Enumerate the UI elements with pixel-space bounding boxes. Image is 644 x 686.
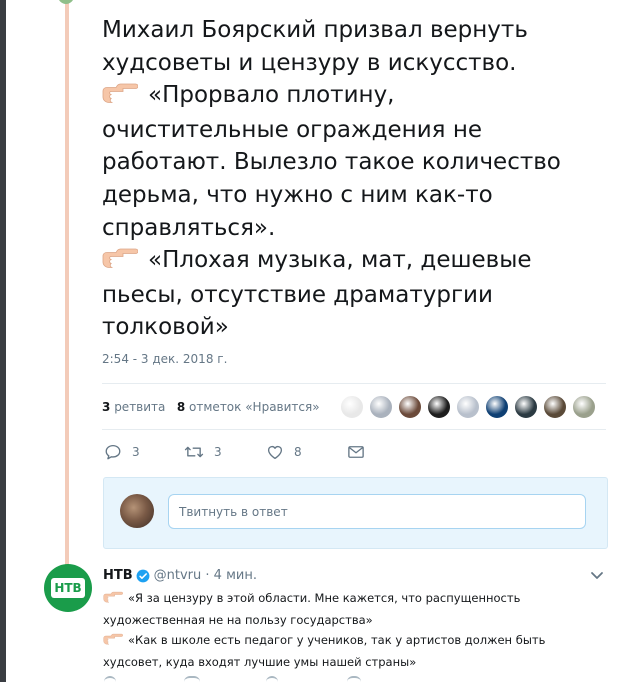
liker-avatar[interactable] xyxy=(340,395,364,419)
window-edge xyxy=(0,0,6,682)
author-handle[interactable]: @ntvru xyxy=(154,568,202,583)
liker-avatar[interactable] xyxy=(427,395,451,419)
reply-input[interactable]: Твитнуть в ответ xyxy=(168,494,586,529)
envelope-icon[interactable] xyxy=(347,676,361,684)
tweet-stats: 3 ретвита 8 отметок «Нравится» xyxy=(102,400,320,414)
divider xyxy=(102,383,606,384)
reply-icon xyxy=(105,444,121,460)
heart-icon xyxy=(267,445,283,460)
reply-text: «Я за цензуру в этой области. Мне кажетс… xyxy=(103,588,603,672)
liker-avatar[interactable] xyxy=(456,395,480,419)
tweet-text-line: справляться». xyxy=(102,214,276,241)
reply-text-line: художественная не на пользу государства» xyxy=(103,612,373,627)
pointing-hand-icon xyxy=(103,589,124,610)
tweet-text-line: Михаил Боярский призвал вернуть xyxy=(102,17,528,43)
tweet-text-line: «Прорвало плотину, xyxy=(102,79,602,114)
pointing-hand-icon xyxy=(103,631,124,652)
heart-icon[interactable] xyxy=(266,676,278,684)
liker-avatar[interactable] xyxy=(369,395,393,419)
liker-avatar[interactable] xyxy=(514,395,538,419)
reply-header: НТВ @ntvru · 4 мин. xyxy=(103,568,257,583)
likes-link[interactable]: 8 отметок «Нравится» xyxy=(177,400,320,414)
liker-avatar[interactable] xyxy=(543,395,567,419)
chevron-down-icon[interactable] xyxy=(590,571,604,581)
direct-message-button[interactable] xyxy=(347,443,375,461)
thread-line xyxy=(65,0,69,565)
tweet-text-line: дерьма, что нужно с ним как-то xyxy=(102,181,493,208)
retweets-link[interactable]: 3 ретвита xyxy=(102,400,165,414)
tweet-text-line: пьесы, отсутствие драматургии xyxy=(102,281,493,308)
retweet-icon[interactable] xyxy=(184,676,200,684)
author-name[interactable]: НТВ xyxy=(103,568,133,583)
ntv-logo: НТВ xyxy=(51,578,85,598)
reply-icon[interactable] xyxy=(104,676,116,684)
tweet-text-line: «Плохая музыка, мат, дешевые xyxy=(102,244,602,279)
envelope-icon xyxy=(348,446,364,458)
reply-text-line: «Я за цензуру в этой области. Мне кажетс… xyxy=(103,588,603,610)
pointing-hand-icon xyxy=(102,81,139,114)
liker-avatar[interactable] xyxy=(398,395,422,419)
previous-avatar-edge xyxy=(58,0,74,4)
reply-text-line: худсовет, куда входят лучшие умы нашей с… xyxy=(103,654,417,669)
liker-avatar[interactable] xyxy=(485,395,509,419)
liker-avatar[interactable] xyxy=(572,395,596,419)
tweet-text: Михаил Боярский призвал вернуть худсоветы… xyxy=(102,14,602,344)
tweet-text-line: очистительные ограждения не xyxy=(102,116,483,143)
reply-text-line: «Как в школе есть педагог у учеников, та… xyxy=(103,630,603,652)
tweet-timestamp[interactable]: 2:54 - 3 дек. 2018 г. xyxy=(102,352,227,366)
reply-button[interactable]: 3 xyxy=(104,443,140,461)
tweet-text-line: худсоветы и цензуру в искусство. xyxy=(102,49,517,76)
reply-actions xyxy=(104,676,404,686)
divider xyxy=(102,429,606,430)
like-button[interactable]: 8 xyxy=(266,443,302,461)
user-avatar xyxy=(120,494,154,528)
pointing-hand-icon xyxy=(102,246,139,279)
ntv-avatar[interactable]: НТВ xyxy=(44,564,92,612)
verified-badge-icon xyxy=(136,569,150,582)
retweet-button[interactable]: 3 xyxy=(184,443,222,461)
tweet-text-line: работают. Вылезло такое количество xyxy=(102,149,561,176)
reply-time[interactable]: · 4 мин. xyxy=(205,568,257,583)
retweet-icon xyxy=(184,446,204,458)
reply-composer: Твитнуть в ответ xyxy=(103,477,608,549)
tweet-text-line: толковой» xyxy=(102,314,229,341)
